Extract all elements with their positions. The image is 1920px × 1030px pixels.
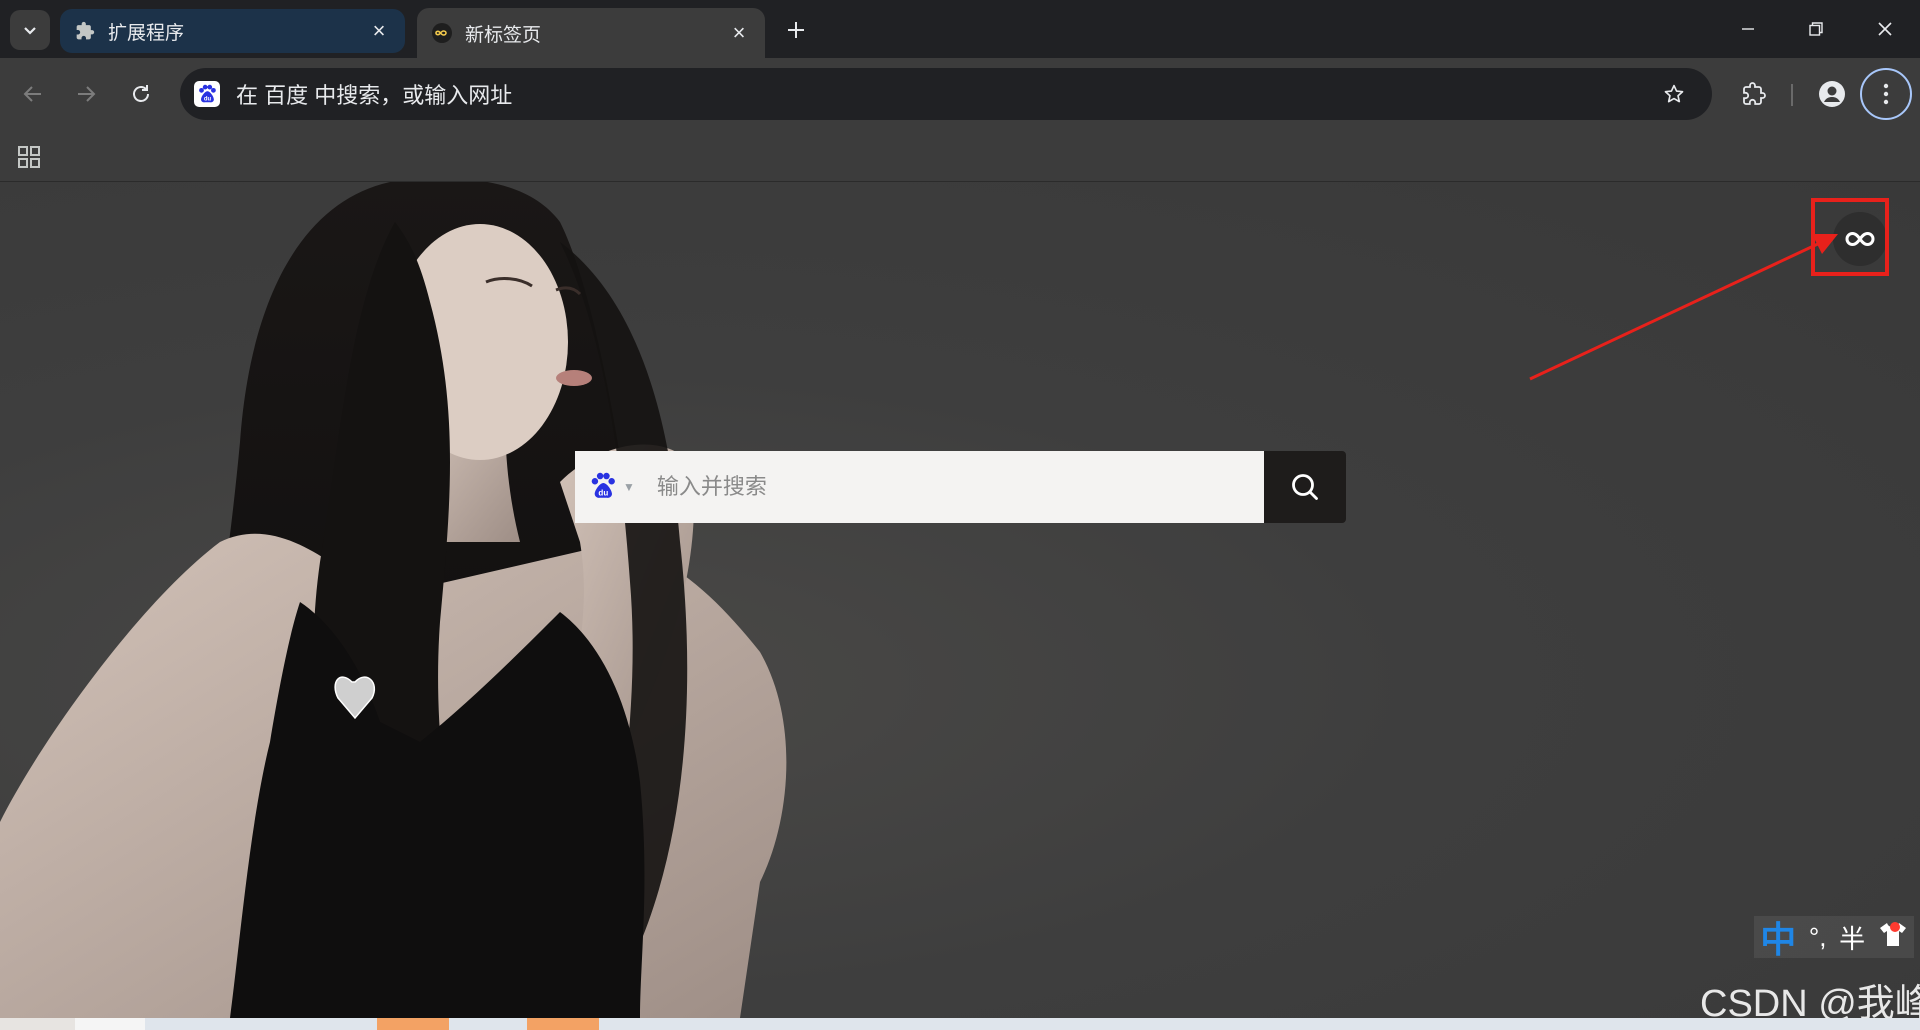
svg-text:du: du	[204, 96, 212, 102]
close-icon	[1878, 22, 1892, 36]
star-icon	[1664, 84, 1684, 103]
tab-title: 扩展程序	[108, 22, 185, 44]
taskbar-segment	[0, 1018, 75, 1030]
avatar-icon	[1819, 81, 1845, 107]
new-tab-button[interactable]	[780, 14, 812, 46]
ime-status-bar[interactable]: 中 °, 半	[1754, 916, 1914, 960]
infinity-icon	[431, 22, 453, 44]
puzzle-icon	[1743, 82, 1766, 105]
restore-icon	[1809, 22, 1823, 36]
chevron-down-icon	[24, 27, 36, 35]
tab-title: 新标签页	[465, 24, 542, 46]
ime-width-label[interactable]: 半	[1839, 919, 1865, 956]
search-engine-selector[interactable]: du ▼	[589, 472, 635, 502]
back-button[interactable]	[15, 76, 51, 112]
forward-button[interactable]	[68, 76, 104, 112]
tab-strip: 扩展程序 × 新标签页 ×	[0, 0, 1920, 60]
apps-button[interactable]	[16, 144, 42, 170]
ime-mode-label[interactable]: 中	[1760, 911, 1796, 963]
baidu-paw-icon: du	[591, 472, 615, 498]
notification-dot	[1889, 921, 1900, 932]
extensions-button[interactable]	[1734, 74, 1774, 114]
search-box: du ▼	[575, 451, 1346, 523]
watermark: CSDN @我峰	[1700, 983, 1920, 1018]
close-window-button[interactable]	[1862, 12, 1908, 46]
taskbar-strip	[0, 1018, 1920, 1030]
baidu-paw-icon: du	[194, 81, 220, 107]
close-icon[interactable]: ×	[727, 20, 751, 45]
menu-button[interactable]	[1860, 68, 1912, 120]
caret-down-icon: ▼	[623, 480, 635, 494]
arrow-right-icon	[78, 86, 96, 102]
reload-icon	[133, 85, 149, 102]
grid-icon	[18, 146, 40, 168]
background-photo	[0, 182, 787, 1018]
search-input[interactable]	[654, 457, 1264, 517]
address-bar[interactable]: du 在 百度 中搜索，或输入网址	[180, 68, 1712, 120]
taskbar-segment	[377, 1018, 449, 1030]
profile-button[interactable]	[1812, 74, 1852, 114]
minimize-icon	[1742, 28, 1754, 30]
minimize-button[interactable]	[1725, 12, 1771, 46]
new-tab-page: du ▼ 中 °, 半 CSDN @我峰	[0, 182, 1920, 1018]
shirt-icon[interactable]	[1878, 920, 1908, 955]
bookmarks-bar	[0, 130, 1920, 182]
search-field-wrapper: du ▼	[575, 451, 1264, 523]
svg-text:du: du	[598, 489, 608, 498]
plus-icon	[788, 22, 804, 38]
tab-new-tab[interactable]: 新标签页 ×	[417, 8, 765, 58]
reload-button[interactable]	[123, 76, 159, 112]
toolbar: du 在 百度 中搜索，或输入网址	[0, 58, 1920, 130]
arrow-left-icon	[23, 86, 41, 102]
puzzle-icon	[74, 20, 96, 42]
ime-punct-label[interactable]: °,	[1809, 922, 1827, 953]
annotation-highlight-box	[1811, 198, 1889, 276]
close-icon[interactable]: ×	[367, 18, 391, 43]
tab-extensions[interactable]: 扩展程序 ×	[60, 9, 405, 53]
tab-search-button[interactable]	[10, 10, 50, 50]
address-bar-text: 在 百度 中搜索，或输入网址	[236, 83, 513, 108]
more-vertical-icon	[1883, 83, 1889, 105]
toolbar-divider	[1791, 84, 1793, 106]
taskbar-segment	[527, 1018, 599, 1030]
restore-button[interactable]	[1793, 12, 1839, 46]
search-icon	[1292, 474, 1318, 500]
search-button[interactable]	[1264, 451, 1346, 523]
bookmark-star-button[interactable]	[1654, 74, 1694, 114]
taskbar-segment	[75, 1018, 145, 1030]
